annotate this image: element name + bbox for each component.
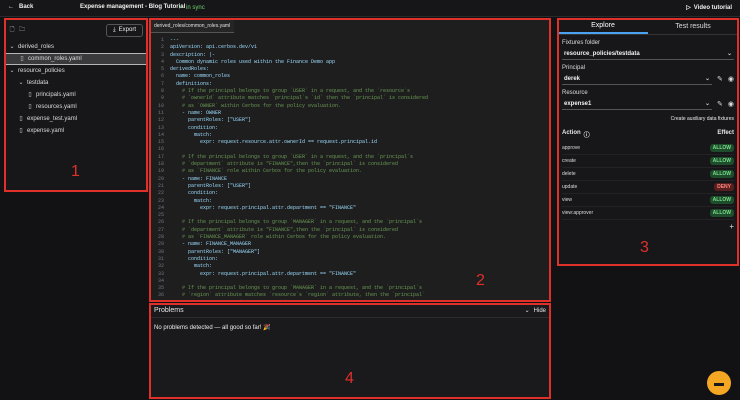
back-button[interactable]: ← Back [8, 4, 33, 10]
play-icon: ▷ [686, 5, 691, 11]
video-tutorial-button[interactable]: ▷ Video tutorial [686, 4, 732, 12]
project-title: Expense management - Blog Tutorial [80, 4, 186, 10]
annotation-number-1: 1 [71, 163, 80, 180]
annotation-number-2: 2 [476, 272, 485, 289]
chat-bubble-icon: ▬ [714, 377, 724, 389]
annotation-box-2 [149, 18, 551, 302]
arrow-left-icon: ← [8, 4, 14, 10]
annotation-number-4: 4 [345, 370, 354, 387]
annotation-box-3 [557, 18, 739, 266]
back-label: Back [19, 4, 34, 10]
chat-button[interactable]: ▬ [707, 371, 731, 395]
sync-status: ✓ in sync [178, 4, 205, 12]
annotation-number-3: 3 [640, 239, 649, 256]
top-bar: ← Back Expense management - Blog Tutoria… [0, 0, 740, 17]
check-icon: ✓ [178, 5, 184, 11]
video-label: Video tutorial [693, 4, 732, 11]
sync-label: in sync [186, 4, 205, 11]
